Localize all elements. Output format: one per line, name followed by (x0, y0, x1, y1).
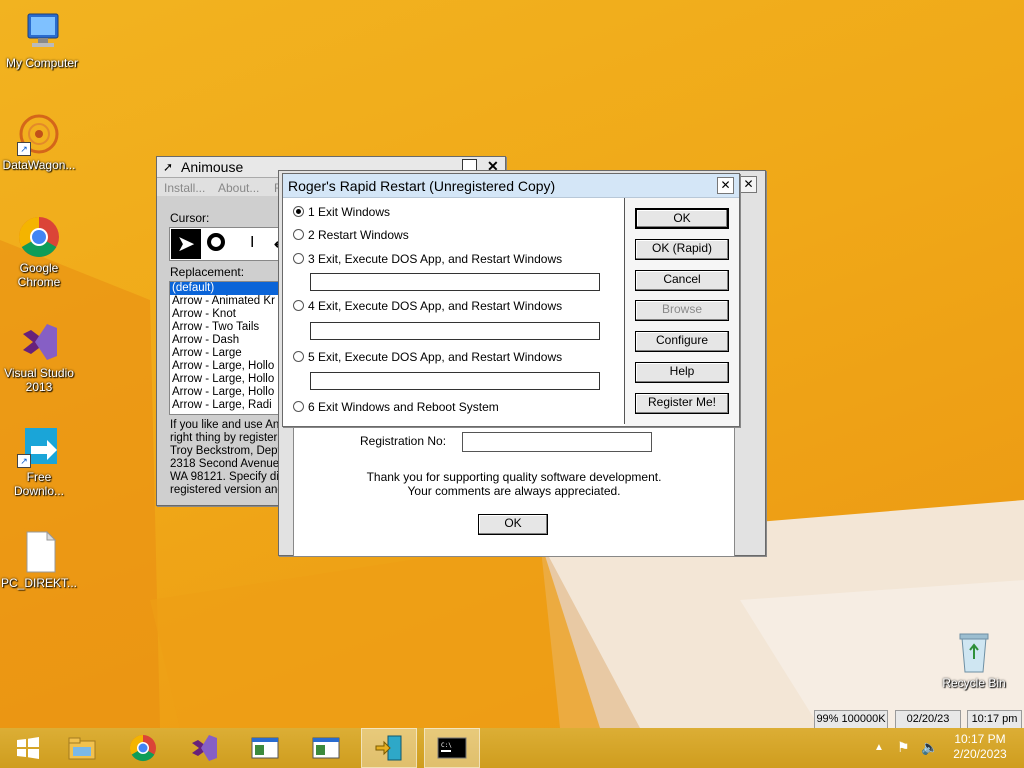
desktop-icon-free-download[interactable]: ↗ Free Downlo... (0, 424, 81, 498)
taskbar: C:\ ▲ ⚑ 🔈 10:17 PM 2/20/2023 (0, 728, 1024, 768)
close-button[interactable]: ✕ (740, 176, 757, 193)
thanks-line-1: Thank you for supporting quality softwar… (366, 470, 662, 484)
registration-ok-button[interactable]: OK (478, 514, 548, 535)
shortcut-arrow-icon: ↗ (17, 454, 31, 468)
ok-rapid-button[interactable]: OK (Rapid) (635, 239, 729, 260)
register-me-button[interactable]: Register Me! (635, 393, 729, 414)
desktop-icon-pc-direkt[interactable]: PC_DIREKT... (0, 530, 81, 590)
visual-studio-icon (17, 320, 61, 364)
list-item[interactable]: Arrow - Knot (170, 308, 286, 321)
animouse-info-text: If you like and use Ani right thing by r… (170, 419, 285, 496)
option-exit-windows[interactable]: 1 Exit Windows (293, 205, 390, 219)
window-app-icon[interactable] (298, 728, 354, 768)
clock-date: 2/20/2023 (953, 747, 1007, 761)
cursor-strip[interactable]: ➤ I ⟵ (169, 227, 294, 261)
list-item[interactable]: Arrow - Two Tails (170, 321, 286, 334)
option-dos-app-5[interactable]: 5 Exit, Execute DOS App, and Restart Win… (293, 350, 562, 364)
list-item-selected[interactable]: (default) (170, 282, 286, 295)
browse-button[interactable]: Browse (635, 300, 729, 321)
restart-options-group: 1 Exit Windows 2 Restart Windows 3 Exit,… (283, 198, 624, 426)
configure-button[interactable]: Configure (635, 331, 729, 352)
dos-app-path-field-4[interactable] (310, 322, 600, 340)
close-button[interactable]: ✕ (717, 177, 734, 194)
animouse-title: Animouse (181, 159, 244, 175)
dos-app-path-field-3[interactable] (310, 273, 600, 291)
ok-button[interactable]: OK (635, 208, 729, 229)
network-icon[interactable]: ⚑ (897, 739, 910, 756)
desktop-icon-visual-studio[interactable]: Visual Studio 2013 (0, 320, 81, 394)
radio-icon[interactable] (293, 300, 304, 311)
radio-icon[interactable] (293, 206, 304, 217)
cursor-ibeam-preview-icon[interactable]: I (250, 234, 254, 252)
list-item[interactable]: Arrow - Dash (170, 334, 286, 347)
option-reboot-system[interactable]: 6 Exit Windows and Reboot System (293, 400, 499, 414)
desktop: My Computer ↗ DataWagon... Google Chrome… (0, 0, 1024, 728)
command-prompt-icon[interactable]: C:\ (424, 728, 480, 768)
time-status: 10:17 pm (967, 710, 1022, 728)
date-status: 02/20/23 (895, 710, 961, 728)
option-dos-app-3[interactable]: 3 Exit, Execute DOS App, and Restart Win… (293, 252, 562, 266)
list-item[interactable]: Arrow - Large, Radi (170, 399, 286, 412)
menu-about[interactable]: About... (218, 181, 259, 195)
volume-icon[interactable]: 🔈 (921, 739, 938, 756)
datawagon-icon: ↗ (17, 112, 61, 156)
cancel-button[interactable]: Cancel (635, 270, 729, 291)
help-button[interactable]: Help (635, 362, 729, 383)
free-download-icon: ↗ (17, 424, 61, 468)
menu-install[interactable]: Install... (164, 181, 205, 195)
list-item[interactable]: Arrow - Animated Kr (170, 295, 286, 308)
option-dos-app-4[interactable]: 4 Exit, Execute DOS App, and Restart Win… (293, 299, 562, 313)
button-panel: OK OK (Rapid) Cancel Browse Configure He… (625, 198, 739, 426)
list-item[interactable]: Arrow - Large (170, 347, 286, 360)
taskbar-clock[interactable]: 10:17 PM 2/20/2023 (944, 732, 1016, 762)
registration-no-label: Registration No: (360, 434, 447, 448)
option-restart-windows[interactable]: 2 Restart Windows (293, 228, 409, 242)
desktop-icon-recycle-bin[interactable]: Recycle Bin (932, 630, 1016, 690)
dos-app-path-field-5[interactable] (310, 372, 600, 390)
rapid-restart-titlebar[interactable]: Roger's Rapid Restart (Unregistered Copy… (283, 174, 739, 198)
replacement-label: Replacement: (170, 265, 245, 279)
clock-time: 10:17 PM (954, 732, 1006, 746)
shortcut-arrow-icon: ↗ (17, 142, 31, 156)
windows-start-icon[interactable] (0, 728, 56, 768)
cursor-arrow-preview-icon[interactable]: ➤ (171, 229, 201, 259)
radio-icon[interactable] (293, 253, 304, 264)
desktop-icon-my-computer[interactable]: My Computer (0, 10, 84, 70)
cursor-label: Cursor: (170, 211, 210, 225)
chrome-icon[interactable] (115, 728, 171, 768)
radio-icon[interactable] (293, 401, 304, 412)
visual-studio-icon[interactable] (176, 728, 232, 768)
list-item[interactable]: Arrow - Large, Hollo (170, 373, 286, 386)
cursor-busy-preview-icon[interactable] (207, 233, 225, 251)
cursor-arrow-icon: ➚ (163, 160, 174, 174)
chrome-icon (17, 215, 61, 259)
thanks-line-2: Your comments are always appreciated. (407, 484, 621, 498)
file-explorer-icon[interactable] (54, 728, 110, 768)
memory-status: 99% 100000K (814, 710, 888, 728)
desktop-icon-google-chrome[interactable]: Google Chrome (0, 215, 81, 289)
radio-icon[interactable] (293, 351, 304, 362)
desktop-icon-datawagon[interactable]: ↗ DataWagon... (0, 112, 81, 172)
restart-app-icon[interactable] (361, 728, 417, 768)
window-app-icon[interactable] (237, 728, 293, 768)
radio-icon[interactable] (293, 229, 304, 240)
replacement-list[interactable]: (default) Arrow - Animated Kr Arrow - Kn… (169, 281, 287, 415)
registration-no-field[interactable] (462, 432, 652, 452)
computer-icon (20, 10, 64, 54)
document-icon (17, 530, 61, 574)
show-hidden-icons-icon[interactable]: ▲ (874, 742, 884, 753)
rapid-restart-dialog: Roger's Rapid Restart (Unregistered Copy… (282, 173, 740, 427)
list-item[interactable]: Arrow - Large, Hollo (170, 360, 286, 373)
svg-text:C:\: C:\ (441, 742, 452, 749)
dialog-title: Roger's Rapid Restart (Unregistered Copy… (288, 178, 556, 194)
list-item[interactable]: Arrow - Large, Hollo (170, 386, 286, 399)
recycle-bin-icon (952, 630, 996, 674)
